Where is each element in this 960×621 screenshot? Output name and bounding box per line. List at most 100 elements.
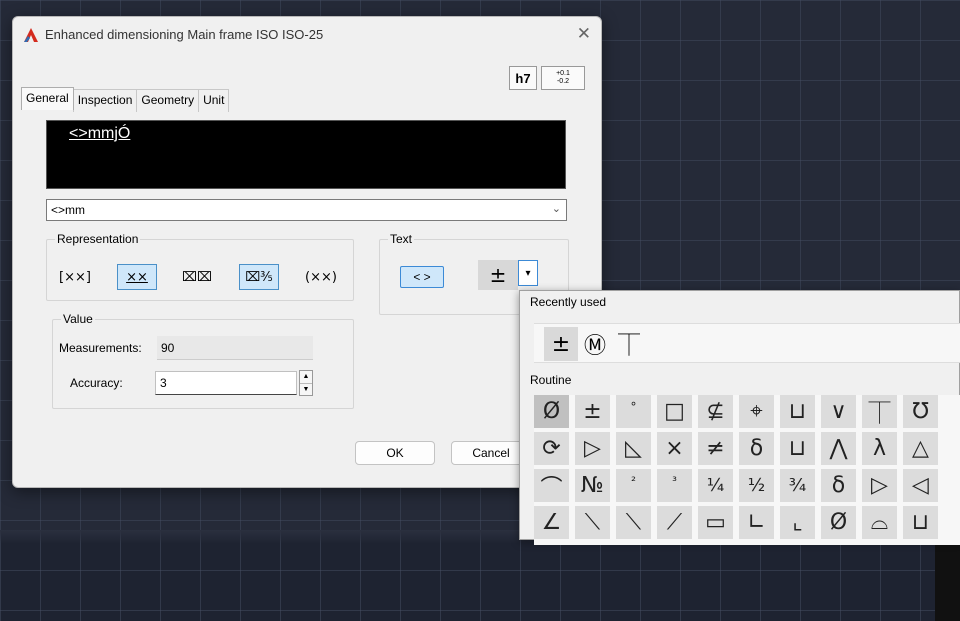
upper-deviation: +0.1 [556,70,570,77]
accuracy-input[interactable]: 3 [155,371,297,395]
tab-geometry[interactable]: Geometry [136,89,200,112]
measurements-field: 90 [157,336,313,360]
symbol-cell-icon[interactable]: ° [616,395,651,428]
symbol-cell-icon[interactable]: ⌒ [534,469,569,502]
symbol-cell-icon[interactable]: № [575,469,610,502]
value-group: Value Measurements: 90 Accuracy: 3 ▲ ▼ [52,312,354,409]
rep-bracket-button[interactable]: [××] [55,264,95,290]
symbol-cell-icon[interactable]: ⟍ [616,506,651,539]
symbol-cell-icon[interactable]: ¾ [780,469,815,502]
rep-paren-label: (××) [305,269,337,285]
representation-group: Representation [××] ×× ⌧⌧ ⌧⅗ (××) [46,232,354,301]
measurements-label: Measurements: [59,341,142,355]
lower-deviation: -0.2 [556,78,570,85]
rep-underline-button[interactable]: ×× [117,264,157,290]
representation-title: Representation [55,232,141,246]
symbols-popup: Recently used ± Ⓜ ⏉ Routine Ø ± ° □ ⊈ ⌖ ⊔ ∨ ⏉ ℧ ⟳ ▷… [519,290,960,545]
fit-tolerance-label: h7 [515,70,531,86]
symbol-cell-icon[interactable]: ⌓ [862,506,897,539]
title-bar: Enhanced dimensioning Main frame ISO ISO… [13,17,601,51]
symbol-cell-icon[interactable]: Ø [534,395,569,428]
symbol-cell-icon[interactable]: ⋀ [821,432,856,465]
symbol-cell-icon[interactable]: ▷ [862,469,897,502]
symbol-cell-icon[interactable]: ± [575,395,610,428]
dimension-text-combo[interactable]: <>mm ⌄ [46,199,567,221]
preview-text: <>mmjÓ [69,125,131,142]
symbol-cell-icon[interactable]: δ [739,432,774,465]
accuracy-value: 3 [160,376,167,390]
value-group-title: Value [61,312,95,326]
symbol-cell-icon[interactable]: ⏉ [862,395,897,428]
routine-heading: Routine [530,373,572,387]
text-group-title: Text [388,232,415,246]
symbol-cell-icon[interactable]: ⊔ [780,395,815,428]
symbol-cell-icon[interactable]: ⊔ [780,432,815,465]
symbol-cell-icon[interactable]: ¼ [698,469,733,502]
spin-down-icon[interactable]: ▼ [300,384,312,396]
fit-tolerance-button[interactable]: h7 [509,66,537,90]
recent-depth-icon[interactable]: ⏉ [612,327,646,361]
symbol-cell-icon[interactable]: ⟍ [575,506,610,539]
symbol-cell-icon[interactable]: □ [657,395,692,428]
symbol-cell-icon[interactable]: ≠ [698,432,733,465]
symbol-dropdown-button[interactable]: ▾ [518,260,538,286]
symbol-cell-icon[interactable]: ⟋ [657,506,692,539]
rep-bracket-label: [××] [59,269,91,285]
accuracy-spinner[interactable]: ▲ ▼ [299,370,313,396]
symbol-cell-icon[interactable]: ∟ [739,506,774,539]
symbol-cell-icon[interactable]: × [657,432,692,465]
plus-minus-button[interactable]: ± [478,260,518,290]
recent-symbol-3: ⏉ [617,334,640,359]
insert-value-label: < > [413,270,431,284]
symbol-cell-icon[interactable]: ▭ [698,506,733,539]
symbol-cell-icon[interactable]: ∨ [821,395,856,428]
symbol-cell-icon[interactable]: ∠ [534,506,569,539]
tab-unit[interactable]: Unit [198,89,230,112]
caret-down-icon: ▾ [525,267,531,279]
symbol-cell-icon[interactable]: ⌞ [780,506,815,539]
close-icon[interactable]: ✕ [577,24,591,44]
rep-boxed-button[interactable]: ⌧⌧ [177,264,217,290]
symbol-cell-icon[interactable]: δ [821,469,856,502]
tab-strip: General Inspection Geometry Unit [21,87,230,112]
deviation-tolerance-button[interactable]: +0.1 -0.2 [541,66,585,90]
recent-symbol-2: Ⓜ [583,334,606,359]
symbol-cell-icon[interactable]: ² [616,469,651,502]
recent-plus-minus-icon[interactable]: ± [544,327,578,361]
spin-up-icon[interactable]: ▲ [300,371,312,384]
symbol-cell-icon[interactable]: △ [903,432,938,465]
rep-oval-button[interactable]: ⌧⅗ [239,264,279,290]
app-logo-icon [24,28,38,42]
tab-general[interactable]: General [21,87,74,110]
ok-label: OK [386,446,404,460]
ok-button[interactable]: OK [355,441,435,465]
symbol-cell-icon[interactable]: λ [862,432,897,465]
chevron-down-icon[interactable]: ⌄ [552,202,561,215]
symbol-cell-icon[interactable]: ½ [739,469,774,502]
symbol-cell-icon[interactable]: ◁ [903,469,938,502]
symbol-cell-icon[interactable]: ⊔ [903,506,938,539]
routine-symbol-grid: Ø ± ° □ ⊈ ⌖ ⊔ ∨ ⏉ ℧ ⟳ ▷ ◺ × ≠ δ ⊔ ⋀ λ △ ⌒ № ² ³ ¼ ½ ¾ δ ▷ ◁ ∠ ⟍ ⟍ ⟋ ▭ ∟ ⌞ Ø ⌓ ⊔ [534,395,960,545]
tab-inspection[interactable]: Inspection [72,89,138,112]
symbol-cell-icon[interactable]: Ø [821,506,856,539]
symbol-cell-icon[interactable]: ℧ [903,395,938,428]
symbol-cell-icon[interactable]: ³ [657,469,692,502]
rep-oval-label: ⌧⅗ [245,269,273,285]
cancel-label: Cancel [472,446,510,460]
symbol-cell-icon[interactable]: ⟳ [534,432,569,465]
dialog-title: Enhanced dimensioning Main frame ISO ISO… [45,27,324,42]
plus-minus-icon: ± [489,263,507,287]
symbol-cell-icon[interactable]: ⌖ [739,395,774,428]
symbol-cell-icon[interactable]: ▷ [575,432,610,465]
recently-used-heading: Recently used [530,295,607,309]
insert-value-button[interactable]: < > [400,266,444,288]
rep-boxed-label: ⌧⌧ [182,269,212,285]
rep-paren-button[interactable]: (××) [301,264,341,290]
symbol-cell-icon[interactable]: ⊈ [698,395,733,428]
combo-value: <>mm [51,203,86,217]
dimension-text-preview[interactable]: <>mmjÓ [46,120,566,189]
recent-symbol-1: ± [551,331,571,357]
recent-mmc-icon[interactable]: Ⓜ [578,327,612,361]
symbol-cell-icon[interactable]: ◺ [616,432,651,465]
rep-underline-label: ×× [126,269,148,285]
